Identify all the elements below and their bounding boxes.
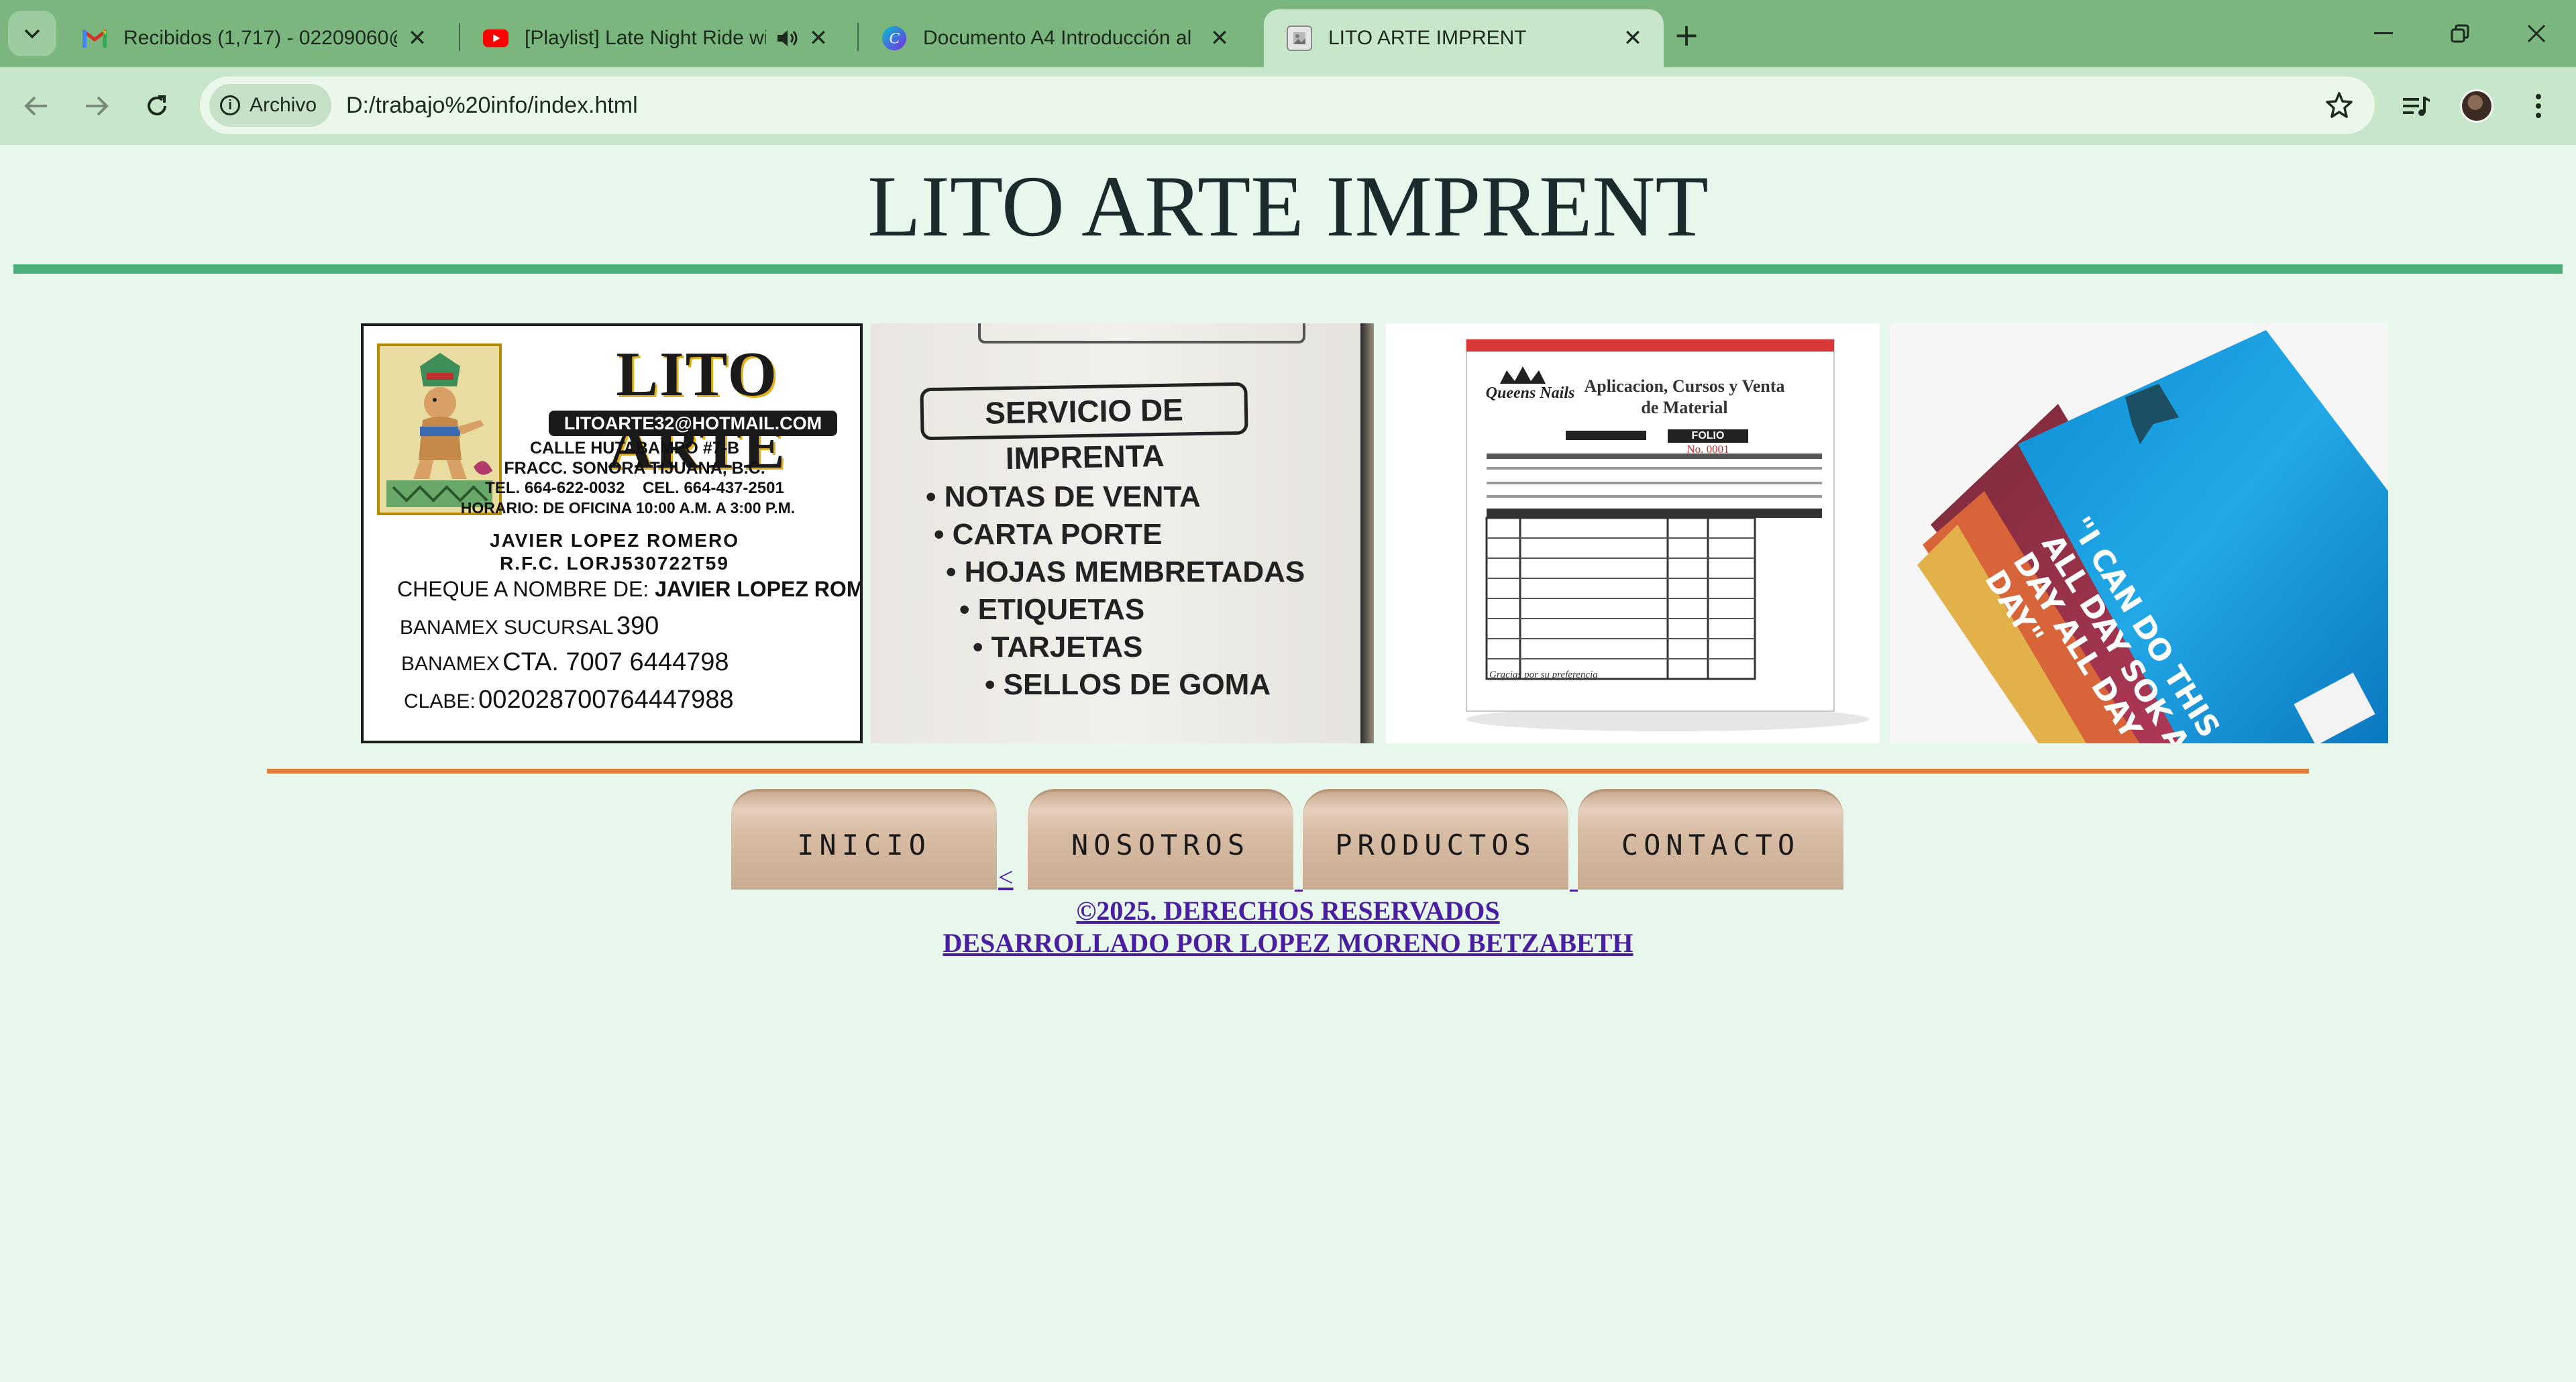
- services-heading: SERVICIO DE IMPRENTA: [920, 382, 1248, 476]
- close-window-button[interactable]: [2513, 13, 2560, 54]
- url-text[interactable]: D:/trabajo%20info/index.html: [346, 76, 638, 134]
- profile-button[interactable]: [2455, 85, 2498, 127]
- site-info-label: Archivo: [250, 94, 317, 116]
- arrow-right-icon: [86, 96, 109, 116]
- clabe-number: 002028700764447988: [478, 686, 734, 714]
- orange-divider: [267, 769, 2309, 774]
- playlist-icon: [2403, 97, 2430, 116]
- browser-menu-button[interactable]: [2517, 85, 2560, 127]
- bookmark-star-icon[interactable]: [2324, 90, 2355, 121]
- card-hours: HORARIO: DE OFICINA 10:00 A.M. A 3:00 P.…: [460, 499, 796, 517]
- tab-gmail[interactable]: Recibidos (1,717) - 02209060@ ✕: [59, 9, 448, 67]
- nota-footer: Gracias por su preferencia: [1489, 670, 1598, 680]
- branch-number: 390: [616, 612, 659, 640]
- business-card-image: LITO ARTE LITOARTE32@HOTMAIL.COM CALLE H…: [361, 323, 863, 743]
- account-label: BANAMEX: [401, 653, 500, 675]
- service-item: • HOJAS MEMBRETADAS: [946, 555, 1305, 588]
- tab-title: [Playlist] Late Night Ride wi: [525, 27, 766, 49]
- page-title: LITO ARTE IMPRENT: [867, 158, 1709, 255]
- branch-label: BANAMEX SUCURSAL: [400, 617, 614, 639]
- tab-title: Documento A4 Introducción al: [923, 27, 1192, 49]
- nav-stray-link[interactable]: <: [998, 861, 1014, 893]
- sales-notebook-image: Queens Nails Aplicacion, Cursos y Venta …: [1386, 323, 1880, 743]
- close-icon[interactable]: ✕: [806, 25, 830, 51]
- card-phones: TEL. 664-622-0032 CEL. 664-437-2501: [485, 479, 784, 497]
- account-number: CTA. 7007 6444798: [502, 648, 729, 676]
- tab-search-button[interactable]: [8, 11, 56, 56]
- tab-youtube[interactable]: [Playlist] Late Night Ride wi ✕: [460, 9, 852, 67]
- avatar: [2460, 89, 2493, 123]
- back-button[interactable]: [15, 85, 58, 127]
- tab-canva[interactable]: C Documento A4 Introducción al ✕: [859, 9, 1250, 67]
- tab-title: LITO ARTE IMPRENT: [1328, 27, 1527, 49]
- service-item: • NOTAS DE VENTA: [926, 480, 1201, 513]
- gmail-icon: [82, 25, 107, 51]
- nav-productos-button[interactable]: PRODUCTOS: [1303, 789, 1568, 890]
- service-item: • ETIQUETAS: [959, 593, 1145, 626]
- reload-button[interactable]: [136, 85, 178, 127]
- card-owner-name: JAVIER LOPEZ ROMERO: [490, 530, 739, 551]
- nota-heading: Aplicacion, Cursos y Venta de Material: [1584, 376, 1785, 417]
- card-email: LITOARTE32@HOTMAIL.COM: [549, 411, 837, 436]
- photo-edge: [1360, 323, 1374, 743]
- page-icon: [1287, 25, 1312, 51]
- youtube-icon: [483, 25, 508, 51]
- info-icon: i: [220, 95, 240, 115]
- more-vertical-icon: [2536, 94, 2541, 118]
- card-address-line1: CALLE HUTABAMPO #7-B: [529, 439, 740, 458]
- address-bar[interactable]: i Archivo D:/trabajo%20info/index.html: [200, 76, 2375, 134]
- footer-developer-link[interactable]: DESARROLLADO POR LOPEZ MORENO BETZABETH: [0, 927, 2576, 959]
- card-branch-line: BANAMEX SUCURSAL 390: [400, 612, 659, 641]
- new-tab-button[interactable]: +: [1666, 15, 1707, 55]
- tab-strip: Recibidos (1,717) - 02209060@ ✕ [Playlis…: [0, 0, 2576, 67]
- plus-icon: +: [1673, 17, 1700, 53]
- minimize-icon: [2374, 32, 2393, 34]
- speaker-icon[interactable]: [775, 28, 798, 48]
- service-item: • TARJETAS: [973, 631, 1143, 663]
- media-controls-button[interactable]: [2395, 85, 2438, 127]
- close-icon[interactable]: ✕: [1621, 25, 1645, 51]
- browser-toolbar: i Archivo D:/trabajo%20info/index.html: [0, 67, 2576, 145]
- cheque-name: JAVIER LOPEZ ROMERO: [655, 577, 863, 601]
- svg-text:C: C: [889, 30, 900, 47]
- card-account-line: BANAMEX CTA. 7007 6444798: [401, 648, 729, 677]
- header-divider: [13, 264, 2563, 274]
- paper-edge: [978, 323, 1305, 343]
- clabe-label: CLABE:: [404, 690, 476, 712]
- card-address-line2: FRACC. SONORA TIJUANA, B.C.: [504, 459, 765, 478]
- canva-icon: C: [881, 25, 907, 51]
- site-info-chip[interactable]: i Archivo: [209, 84, 332, 127]
- nav-contacto-button[interactable]: CONTACTO: [1578, 789, 1843, 890]
- folio-label: FOLIO: [1668, 429, 1748, 443]
- restore-icon: [2451, 24, 2469, 43]
- service-item: • CARTA PORTE: [934, 518, 1163, 551]
- cheque-label: CHEQUE A NOMBRE DE:: [397, 577, 649, 601]
- tab-title: Recibidos (1,717) - 02209060@: [123, 27, 397, 49]
- nav-nosotros-button[interactable]: NOSOTROS: [1028, 789, 1293, 890]
- close-icon[interactable]: ✕: [405, 25, 429, 51]
- link-underline: [1570, 890, 1578, 892]
- minimize-button[interactable]: [2360, 13, 2407, 54]
- arrow-left-icon: [24, 96, 47, 116]
- nota-brand: Queens Nails: [1485, 384, 1575, 402]
- close-icon: [2527, 24, 2546, 43]
- close-icon[interactable]: ✕: [1208, 25, 1232, 51]
- tab-lito-arte[interactable]: LITO ARTE IMPRENT ✕: [1264, 9, 1664, 67]
- card-cheque-line: CHEQUE A NOMBRE DE: JAVIER LOPEZ ROMERO: [397, 577, 863, 602]
- link-underline: [1295, 890, 1303, 892]
- folio-number: No. 0001: [1686, 443, 1729, 456]
- restore-button[interactable]: [2436, 13, 2483, 54]
- printing-services-image: SERVICIO DE IMPRENTA • NOTAS DE VENTA • …: [871, 323, 1374, 743]
- chevron-down-icon: [24, 29, 40, 39]
- reload-icon: [148, 95, 166, 115]
- footer-copyright-link[interactable]: ©2025. DERECHOS RESERVADOS: [0, 895, 2576, 926]
- card-clabe-line: CLABE: 002028700764447988: [404, 686, 734, 714]
- forward-button[interactable]: [75, 85, 118, 127]
- nav-inicio-button[interactable]: INICIO: [731, 789, 997, 890]
- flyers-image: "I CAN DO THIS ALL DAY SOK ALL DAY ALL D…: [1890, 323, 2388, 743]
- card-rfc: R.F.C. LORJ530722T59: [500, 553, 729, 574]
- service-item: • SELLOS DE GOMA: [985, 668, 1271, 701]
